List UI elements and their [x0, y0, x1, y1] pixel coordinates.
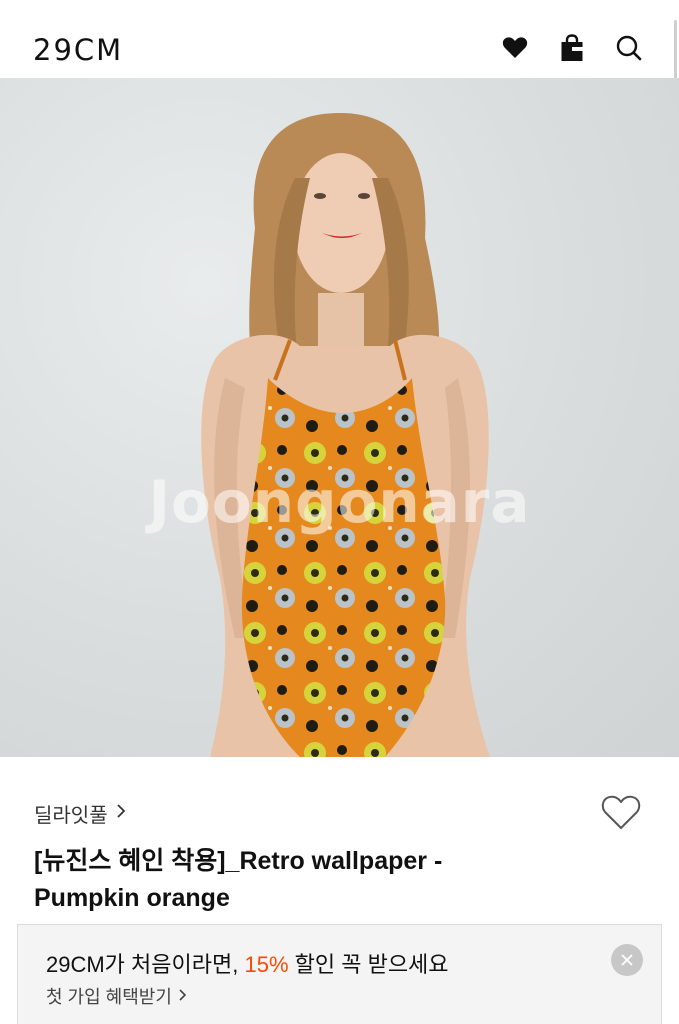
- promo-message: 29CM가 처음이라면, 15% 할인 꼭 받으세요: [46, 947, 449, 979]
- chevron-right-icon: [178, 986, 187, 1007]
- watermark-text: Joongonara: [148, 468, 531, 536]
- brand-link[interactable]: 딜라잇풀: [34, 799, 126, 828]
- heart-outline-icon: [601, 795, 641, 829]
- brand-name: 딜라잇풀: [34, 805, 108, 827]
- wishlist-button[interactable]: [600, 793, 642, 833]
- shopping-bag-icon[interactable]: [556, 32, 588, 64]
- close-icon: [621, 954, 633, 966]
- product-title: [뉴진스 혜인 착용]_Retro wallpaper - Pumpkin or…: [34, 847, 443, 912]
- signup-promo-banner[interactable]: 29CM가 처음이라면, 15% 할인 꼭 받으세요 첫 가입 혜택받기: [17, 924, 662, 1024]
- signup-benefit-label: 첫 가입 혜택받기: [46, 987, 172, 1007]
- promo-discount: 15%: [244, 952, 289, 977]
- signup-benefit-link[interactable]: 첫 가입 혜택받기: [46, 983, 187, 1009]
- top-header: 29CM: [0, 0, 679, 212]
- chevron-right-icon: [116, 802, 126, 825]
- promo-text-after: 할인 꼭 받으세요: [288, 952, 449, 977]
- close-button[interactable]: [611, 944, 643, 976]
- heart-icon[interactable]: [499, 32, 531, 64]
- search-icon[interactable]: [613, 32, 645, 64]
- logo[interactable]: 29CM: [33, 34, 123, 66]
- model-illustration: [201, 113, 490, 757]
- product-image[interactable]: Joongonara: [0, 78, 679, 757]
- promo-text-before: 29CM가 처음이라면,: [46, 952, 245, 977]
